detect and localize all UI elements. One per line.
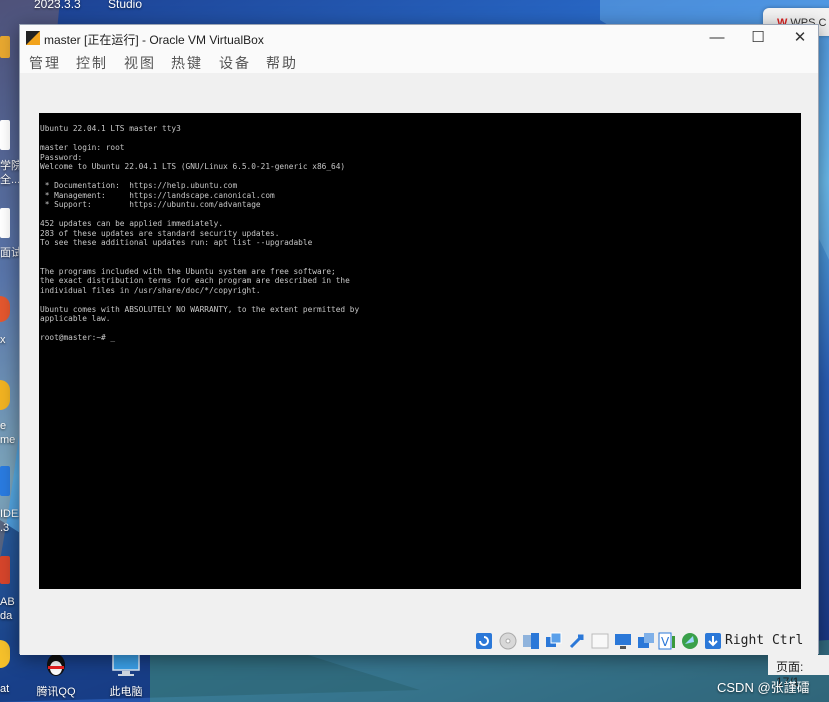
menu-help[interactable]: 帮助 (266, 53, 298, 73)
desktop-icon-label[interactable]: me (0, 434, 15, 447)
recording-icon[interactable] (637, 632, 655, 650)
cpu-icon[interactable]: V (658, 632, 676, 650)
watermark: CSDN @张謹礌 (717, 680, 810, 695)
mouse-integration-icon[interactable] (681, 632, 699, 650)
console-line: * Support: https://ubuntu.com/advantage (40, 200, 261, 209)
desktop-shortcut-qq[interactable]: 腾讯QQ (34, 652, 78, 699)
desktop-icon-label[interactable]: AB (0, 596, 15, 609)
console-line: The programs included with the Ubuntu sy… (40, 266, 336, 276)
desktop-icon-label[interactable]: .3 (0, 522, 9, 535)
hard-disk-icon[interactable] (475, 632, 493, 650)
console-line: Password: (40, 152, 83, 162)
console-line: Ubuntu 22.04.1 LTS master tty3 (40, 124, 181, 133)
console-line: 452 updates can be applied immediately. (40, 219, 224, 228)
matlab-icon[interactable] (0, 556, 10, 584)
console-line: the exact distribution terms for each pr… (40, 276, 350, 285)
console-line: * Documentation: https://help.ubuntu.com (40, 181, 238, 190)
status-bar: V Right Ctrl (20, 627, 818, 655)
desktop-icon-label[interactable]: x (0, 334, 6, 347)
desktop-label[interactable]: Studio (108, 0, 142, 11)
svg-text:V: V (661, 635, 670, 649)
page-indicator: 页面: 17/1 (768, 655, 829, 689)
desktop-icon-label[interactable]: at (0, 683, 9, 696)
vm-console[interactable]: Ubuntu 22.04.1 LTS master tty3 master lo… (39, 113, 801, 589)
desktop-shortcut-label: 此电脑 (109, 686, 143, 698)
desktop-shortcut-computer[interactable]: 此电脑 (104, 652, 148, 699)
menu-machine[interactable]: 管理 (29, 53, 61, 73)
usb-icon[interactable] (568, 632, 586, 650)
menu-devices[interactable]: 设备 (219, 53, 251, 73)
desktop-document-icon[interactable] (0, 208, 10, 238)
desktop-app-icon[interactable] (0, 36, 10, 58)
virtualbox-window: master [正在运行] - Oracle VM VirtualBox — ☐… (19, 24, 819, 655)
idea-icon[interactable] (0, 466, 10, 496)
desktop-icon-label[interactable]: da (0, 610, 12, 623)
desktop-label[interactable]: 2023.3.3 (34, 0, 81, 11)
console-line: Welcome to Ubuntu 22.04.1 LTS (GNU/Linux… (40, 162, 346, 171)
menu-bar: 管理 控制 视图 热键 设备 帮助 (20, 51, 818, 73)
shared-folder-icon[interactable] (591, 632, 609, 650)
desktop-document-icon[interactable] (0, 120, 10, 150)
window-title: master [正在运行] - Oracle VM VirtualBox (44, 33, 264, 47)
network-icon[interactable] (545, 632, 563, 650)
qq-penguin-icon (47, 654, 65, 676)
optical-drive-icon[interactable] (499, 632, 517, 650)
audio-icon[interactable] (522, 632, 540, 650)
desktop-icon-label[interactable]: 全... (0, 174, 20, 187)
close-button[interactable]: ✕ (785, 28, 815, 48)
console-line: master login: root (40, 143, 125, 152)
menu-view[interactable]: 视图 (124, 53, 156, 73)
minimize-button[interactable]: — (702, 28, 732, 48)
host-key-label: Right Ctrl (725, 633, 804, 648)
title-bar[interactable]: master [正在运行] - Oracle VM VirtualBox — ☐… (20, 25, 818, 51)
keyboard-capture-icon[interactable] (704, 632, 722, 650)
console-line: applicable law. (40, 314, 111, 323)
console-line: To see these additional updates run: apt… (40, 238, 313, 247)
virtualbox-app-icon (26, 31, 40, 45)
vm-display-area: Ubuntu 22.04.1 LTS master tty3 master lo… (20, 73, 818, 627)
maximize-button[interactable]: ☐ (743, 28, 773, 48)
desktop-icon-label[interactable]: e (0, 420, 6, 433)
display-icon[interactable] (614, 632, 632, 650)
console-line: Ubuntu comes with ABSOLUTELY NO WARRANTY… (40, 304, 360, 314)
desktop-shortcut-label: 腾讯QQ (36, 686, 76, 698)
computer-icon (112, 653, 140, 676)
console-line: individual files in /usr/share/doc/*/cop… (40, 285, 261, 295)
console-line: 283 of these updates are standard securi… (40, 228, 280, 238)
console-line: * Management: https://landscape.canonica… (40, 190, 275, 200)
menu-hotkeys[interactable]: 热键 (171, 53, 203, 73)
menu-control[interactable]: 控制 (76, 53, 108, 73)
console-prompt[interactable]: root@master:~# _ (40, 333, 801, 343)
